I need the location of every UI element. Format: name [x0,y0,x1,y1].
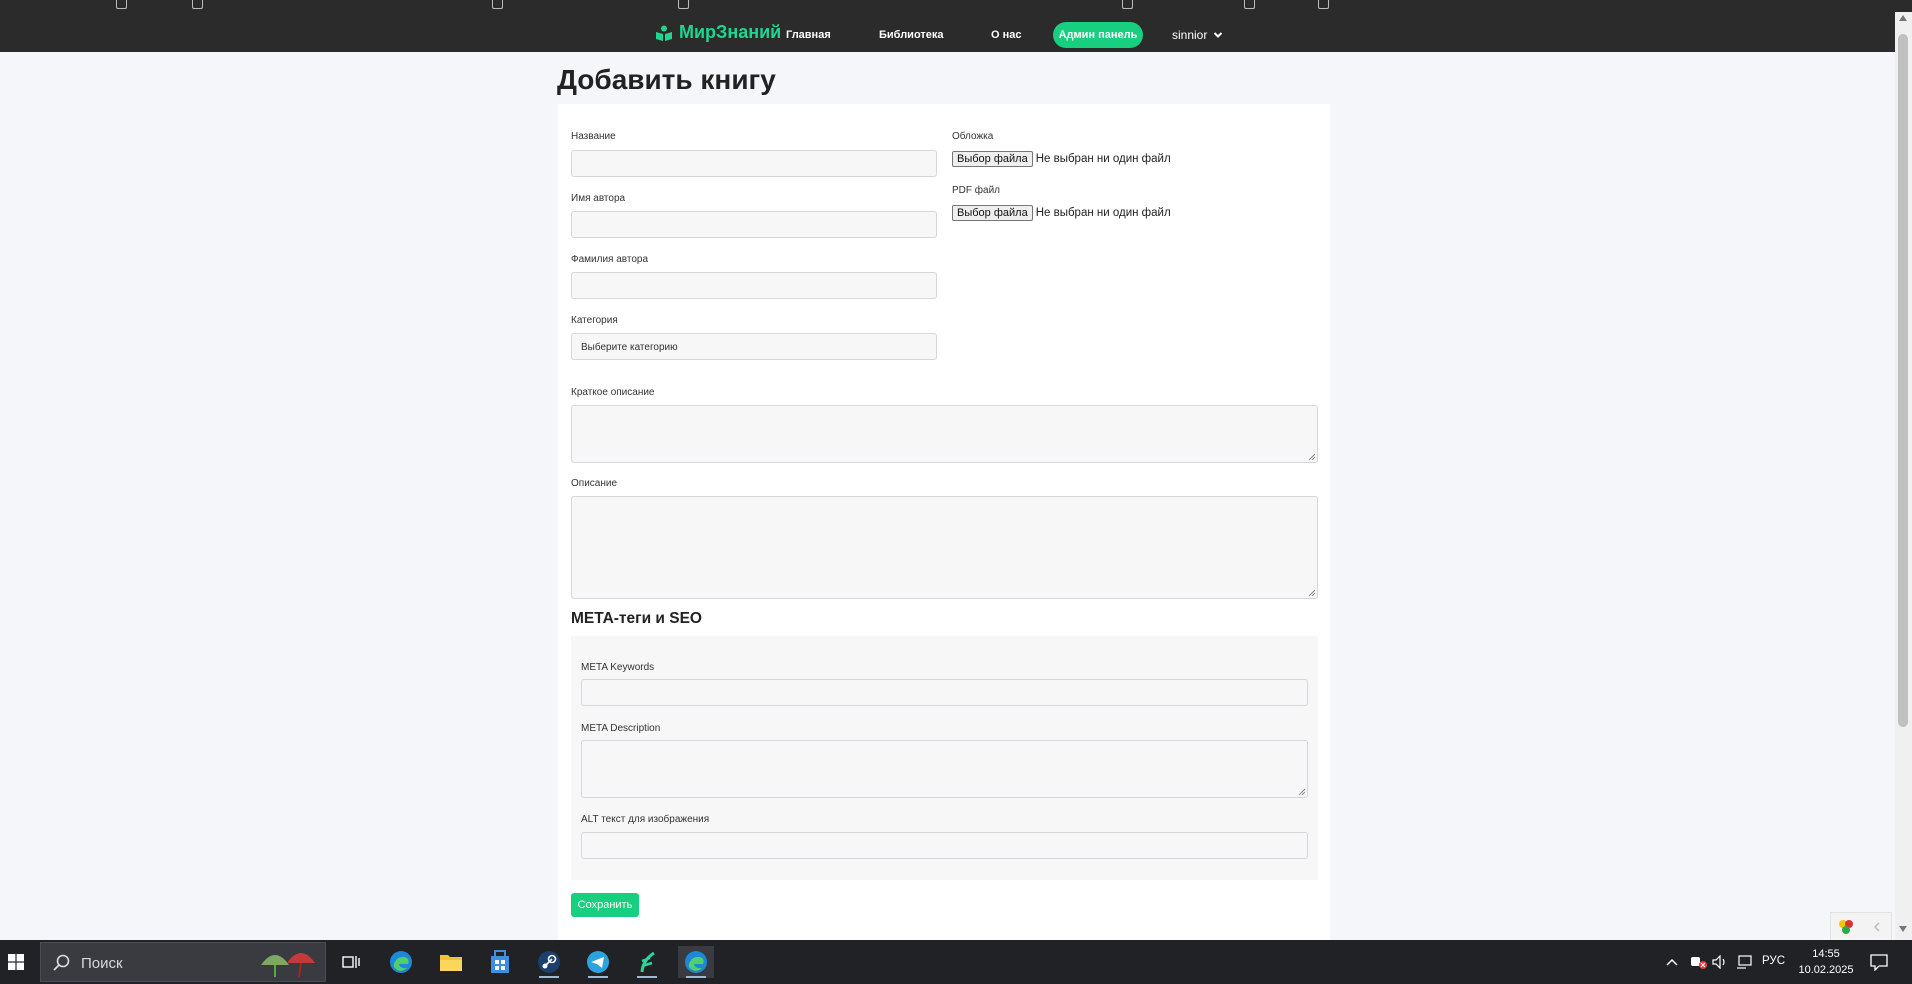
taskbar-telegram[interactable] [580,946,616,978]
taskbar-file-explorer[interactable] [433,946,469,978]
taskbar-store[interactable] [482,946,518,978]
brand-name: МирЗнаний [679,22,782,42]
taskbar-edge[interactable] [383,946,419,978]
meta-keywords-label: META Keywords [581,662,655,673]
telegram-icon [587,951,609,973]
edge-icon [685,951,707,973]
pdf-choose-file-button[interactable]: Выбор файла [952,205,1033,221]
title-input[interactable] [571,150,937,177]
cover-label: Обложка [952,131,994,142]
resize-grip-icon[interactable] [1308,453,1315,460]
browser-tab-strip [0,0,1912,12]
site-navbar: МирЗнаний Главная Библиотека О нас Админ… [0,12,1895,52]
tab-favicon-icon[interactable] [116,0,127,9]
network-error-icon[interactable] [1690,954,1708,970]
notifications-icon[interactable] [1870,953,1888,971]
resize-grip-icon[interactable] [1298,788,1305,795]
scroll-thumb[interactable] [1898,34,1908,727]
tab-favicon-icon[interactable] [678,0,689,9]
volume-icon[interactable] [1712,955,1728,969]
author-first-name-input[interactable] [571,211,937,238]
description-label: Описание [571,478,618,489]
cover-choose-file-button[interactable]: Выбор файла [952,151,1033,167]
taskbar-steam[interactable] [531,946,567,978]
nav-link-about[interactable]: О нас [991,29,1022,41]
user-menu[interactable]: sinnior [1172,28,1223,42]
app-icon [640,951,655,973]
search-highlight-illustration-icon [261,953,315,978]
author-first-name-label: Имя автора [571,193,626,204]
meta-description-label: META Description [581,723,661,734]
pdf-label: PDF файл [952,185,1000,196]
tab-favicon-icon[interactable] [1244,0,1255,9]
short-description-label: Краткое описание [571,387,655,398]
taskbar-search-box[interactable]: Поиск [40,942,326,982]
seo-section-title: META-теги и SEO [571,610,702,627]
cover-file-input[interactable]: Выбор файла Не выбран ни один файл [952,151,1171,167]
taskbar-app[interactable] [629,946,665,978]
category-select[interactable]: Выберите категорию [571,333,937,360]
page-scrollbar[interactable] [1895,12,1912,940]
edge-icon [390,951,412,973]
short-description-textarea[interactable] [571,405,1318,463]
scroll-up-arrow-icon[interactable] [1899,15,1907,21]
author-last-name-label: Фамилия автора [571,254,649,265]
tab-favicon-icon[interactable] [192,0,203,9]
username: sinnior [1172,28,1208,42]
tab-favicon-icon[interactable] [1318,0,1329,9]
admin-panel-button[interactable]: Админ панель [1053,22,1143,48]
chevron-left-icon[interactable] [1873,922,1881,932]
tray-overflow-chevron-up-icon[interactable] [1666,957,1678,967]
nav-link-library[interactable]: Библиотека [879,29,944,41]
floating-widget[interactable] [1830,912,1892,942]
alt-text-label: ALT текст для изображения [581,814,710,825]
taskbar-edge-active[interactable] [678,946,714,978]
clock-date: 10.02.2025 [1798,964,1854,976]
store-icon [491,950,509,973]
file-explorer-icon [440,955,462,971]
clock-time: 14:55 [1812,948,1840,960]
windows-taskbar: Поиск РУС 14:55 10.02.2025 [0,940,1912,984]
meta-description-textarea[interactable] [581,740,1308,798]
taskbar-clock[interactable]: 14:55 10.02.2025 [1787,946,1865,978]
scroll-down-arrow-icon[interactable] [1899,926,1907,932]
taskbar-search-placeholder: Поиск [81,955,123,972]
nav-link-home[interactable]: Главная [786,29,831,41]
language-indicator[interactable]: РУС [1762,955,1785,967]
tab-favicon-icon[interactable] [1122,0,1133,9]
category-label: Категория [571,315,618,326]
description-textarea[interactable] [571,496,1318,599]
running-indicator [686,976,706,978]
cover-no-file-text: Не выбран ни один файл [1035,153,1171,165]
yandex-browser-icon [1839,920,1853,934]
search-icon [53,954,70,971]
category-selected-value: Выберите категорию [581,342,678,353]
windows-logo-icon [8,954,24,970]
brand-logo[interactable]: МирЗнаний [655,22,781,43]
steam-icon [538,951,560,973]
resize-grip-icon[interactable] [1308,589,1315,596]
pdf-file-input[interactable]: Выбор файла Не выбран ни один файл [952,205,1171,221]
task-view-button[interactable] [333,946,369,978]
meta-keywords-input[interactable] [581,679,1308,706]
task-view-icon [342,956,360,968]
pdf-no-file-text: Не выбран ни один файл [1035,207,1171,219]
start-button[interactable] [0,946,32,978]
running-indicator [637,976,657,978]
running-indicator [539,976,559,978]
title-label: Название [571,131,616,142]
alt-text-input[interactable] [581,832,1308,859]
author-last-name-input[interactable] [571,272,937,299]
display-icon[interactable] [1736,955,1752,969]
tab-favicon-icon[interactable] [492,0,503,9]
page-title: Добавить книгу [557,64,776,95]
chevron-down-icon [1214,32,1223,38]
book-reader-icon [656,25,672,41]
running-indicator [588,976,608,978]
save-button[interactable]: Сохранить [571,893,639,917]
